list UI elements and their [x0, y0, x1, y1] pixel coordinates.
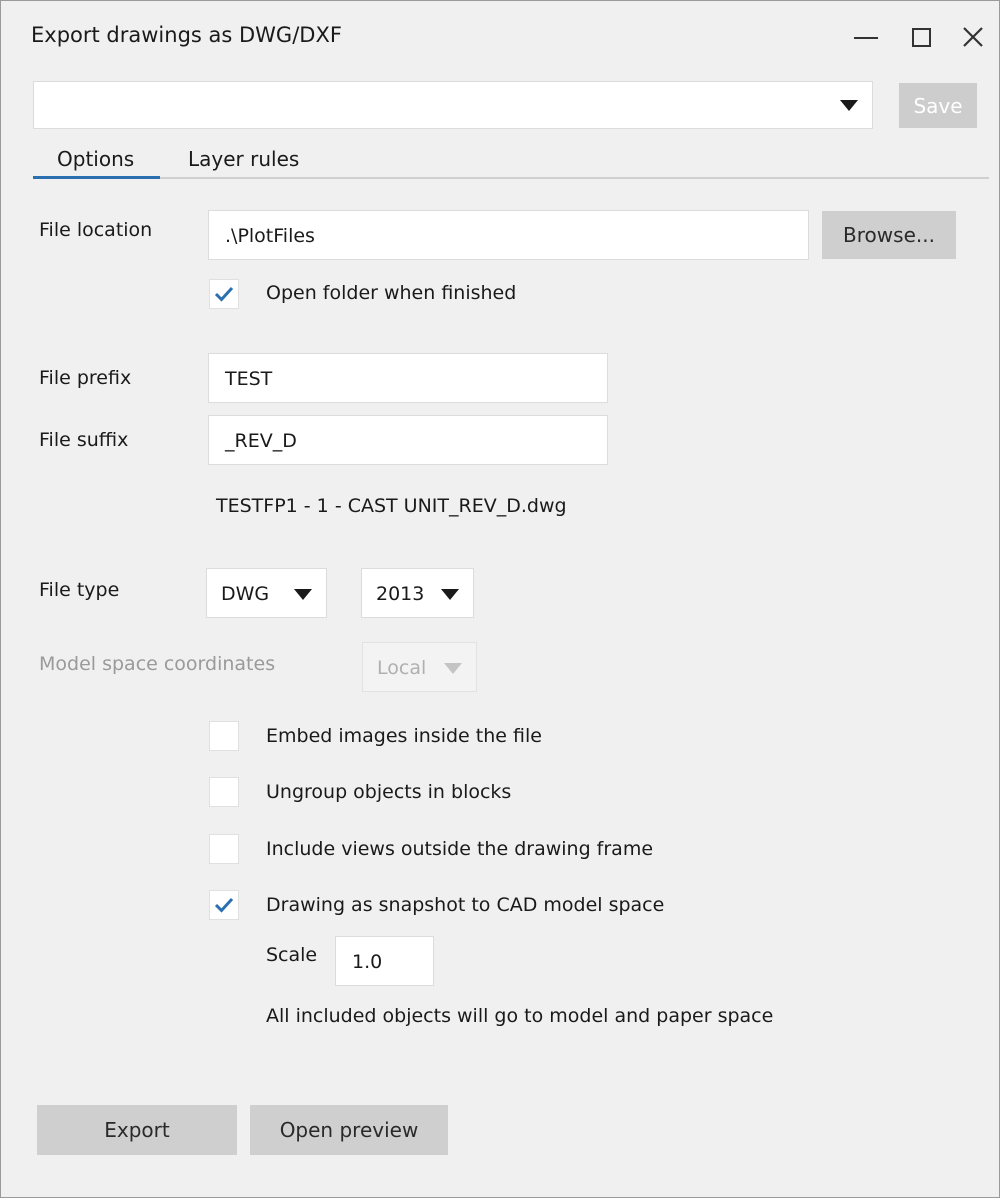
tab-options[interactable]: Options — [57, 147, 134, 171]
browse-button[interactable]: Browse... — [822, 211, 956, 259]
model-paper-space-note: All included objects will go to model an… — [266, 1005, 774, 1027]
chevron-down-icon — [444, 663, 462, 674]
tab-layer-rules[interactable]: Layer rules — [188, 147, 299, 171]
scale-label: Scale — [266, 944, 318, 966]
minimize-icon — [854, 37, 878, 39]
save-button[interactable]: Save — [899, 83, 977, 128]
file-location-value: .\PlotFiles — [225, 225, 315, 247]
file-suffix-value: _REV_D — [225, 430, 297, 452]
export-dialog: Export drawings as DWG/DXF Save Options … — [0, 0, 1000, 1198]
snapshot-checkbox[interactable] — [209, 890, 239, 920]
filename-preview: TESTFP1 - 1 - CAST UNIT_REV_D.dwg — [216, 495, 567, 517]
settings-profile-select[interactable] — [33, 81, 873, 129]
checkmark-icon — [214, 286, 234, 302]
tab-divider — [33, 177, 989, 179]
embed-images-label: Embed images inside the file — [266, 725, 542, 747]
include-views-checkbox[interactable] — [209, 834, 239, 864]
close-icon — [963, 27, 983, 47]
maximize-icon — [911, 27, 931, 47]
tab-bar: Options Layer rules — [33, 141, 989, 179]
embed-images-checkbox[interactable] — [209, 721, 239, 751]
title-bar: Export drawings as DWG/DXF — [1, 1, 999, 73]
chevron-down-icon — [441, 589, 459, 600]
scale-input[interactable]: 1.0 — [335, 936, 434, 986]
ungroup-blocks-label: Ungroup objects in blocks — [266, 781, 512, 803]
model-space-coordinates-label: Model space coordinates — [39, 653, 276, 675]
close-button[interactable] — [951, 15, 995, 59]
file-suffix-input[interactable]: _REV_D — [208, 415, 608, 465]
file-prefix-input[interactable]: TEST — [208, 353, 608, 403]
minimize-button[interactable] — [844, 15, 888, 59]
file-location-label: File location — [39, 219, 153, 241]
model-space-coordinates-select: Local — [362, 642, 477, 692]
dwg-version-value: 2013 — [376, 583, 425, 605]
scale-value: 1.0 — [352, 951, 383, 973]
checkmark-icon — [214, 897, 234, 913]
window-title: Export drawings as DWG/DXF — [31, 23, 342, 47]
snapshot-label: Drawing as snapshot to CAD model space — [266, 894, 665, 916]
open-folder-checkbox[interactable] — [209, 279, 239, 309]
file-prefix-label: File prefix — [39, 367, 132, 389]
file-location-input[interactable]: .\PlotFiles — [208, 210, 809, 260]
export-button[interactable]: Export — [37, 1105, 237, 1155]
ungroup-blocks-checkbox[interactable] — [209, 777, 239, 807]
file-prefix-value: TEST — [225, 368, 273, 390]
model-space-coordinates-value: Local — [377, 657, 427, 679]
open-folder-label: Open folder when finished — [266, 282, 517, 304]
dwg-version-select[interactable]: 2013 — [361, 568, 474, 618]
file-suffix-label: File suffix — [39, 429, 129, 451]
file-format-select[interactable]: DWG — [206, 568, 327, 618]
active-tab-indicator — [33, 176, 160, 179]
chevron-down-icon — [294, 589, 312, 600]
file-format-value: DWG — [221, 583, 270, 605]
include-views-label: Include views outside the drawing frame — [266, 838, 654, 860]
open-preview-button[interactable]: Open preview — [250, 1105, 448, 1155]
maximize-button[interactable] — [899, 15, 943, 59]
chevron-down-icon — [840, 100, 858, 111]
file-type-label: File type — [39, 579, 120, 601]
